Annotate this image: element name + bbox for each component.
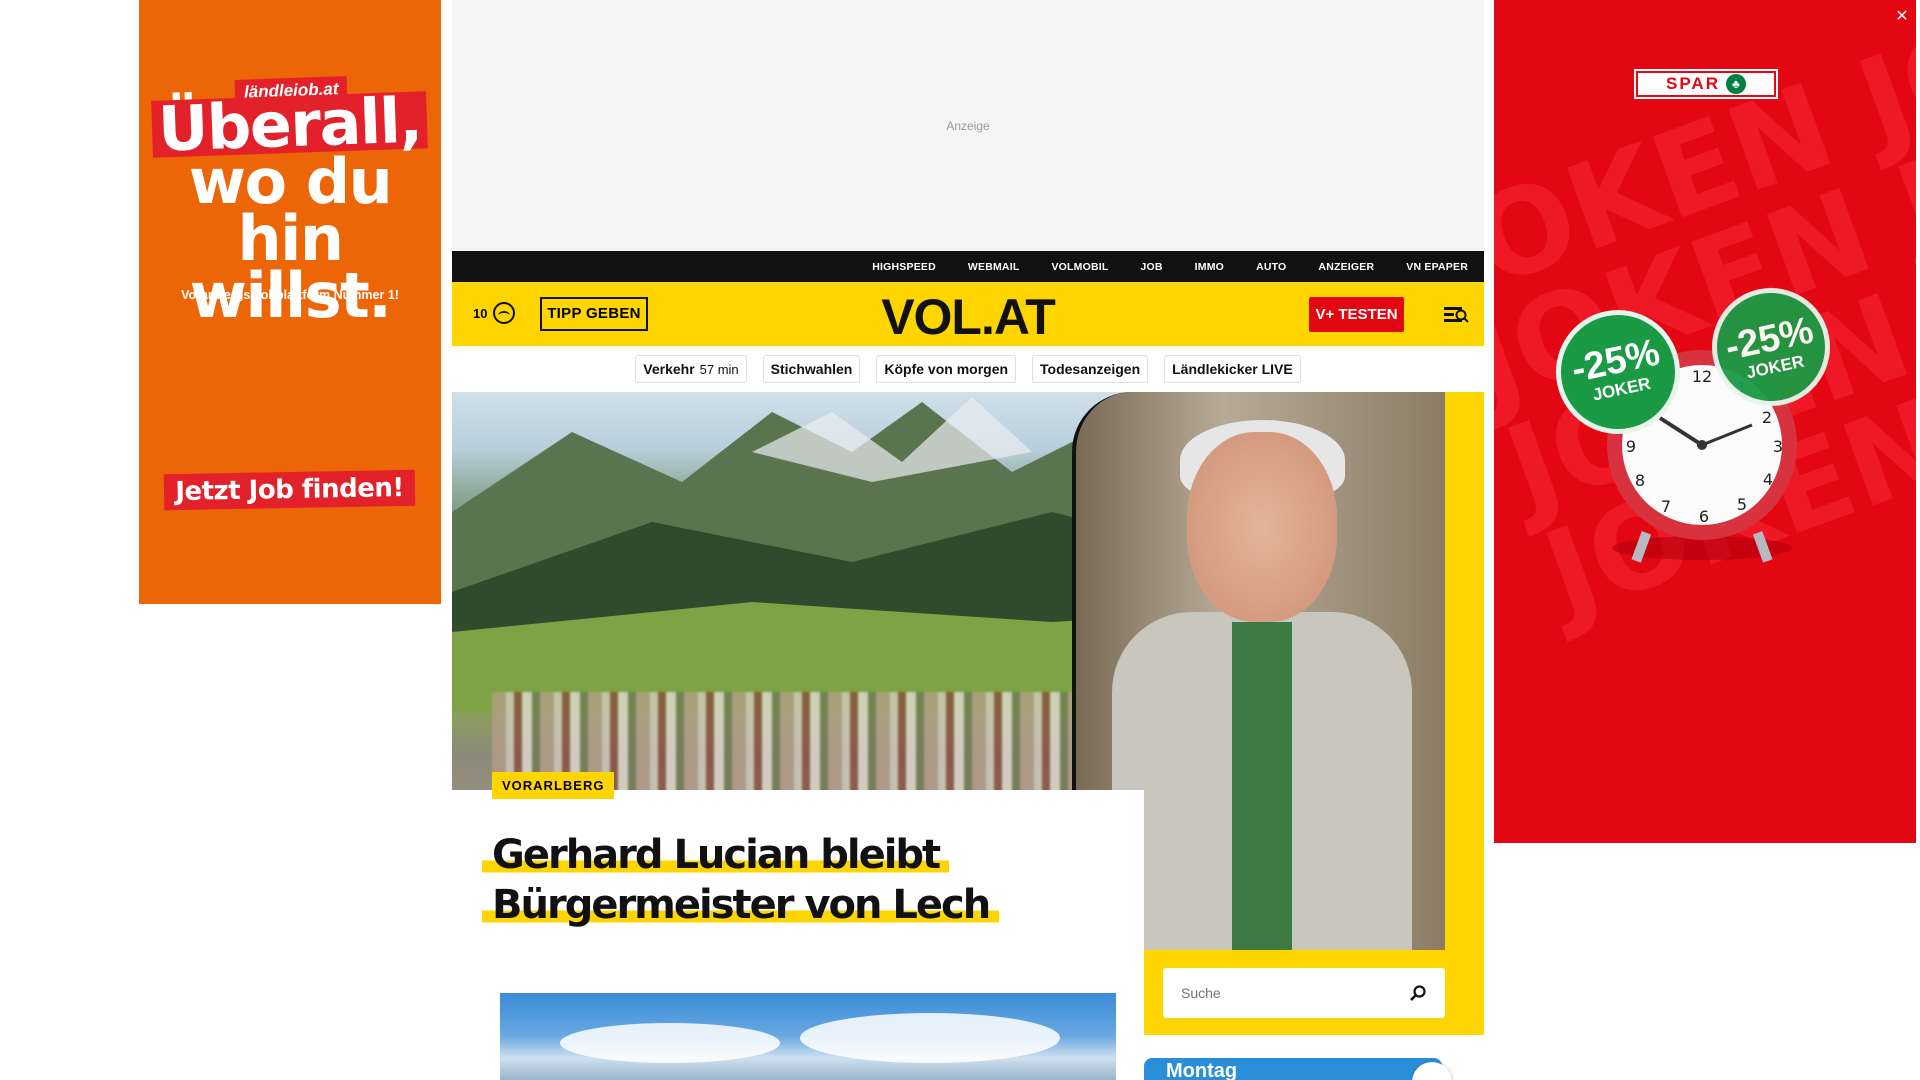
svg-text:12: 12 bbox=[1692, 367, 1712, 386]
ad-subline: Vorarlbergs Jobplattform Nummer 1! bbox=[181, 288, 399, 302]
ad-headline-line-2: wo du hin bbox=[188, 145, 393, 275]
weather-cloud-icon bbox=[493, 302, 516, 324]
quicklink-todesanzeigen[interactable]: Todesanzeigen bbox=[1032, 355, 1149, 383]
ad-cta-button[interactable]: Jetzt Job finden! bbox=[163, 469, 416, 511]
teaser-arrow-icon[interactable] bbox=[1412, 1062, 1452, 1080]
svg-text:4: 4 bbox=[1763, 470, 1773, 489]
portrait-face bbox=[1187, 432, 1337, 622]
quicklink-laendlekicker-live[interactable]: Ländlekicker LIVE bbox=[1164, 355, 1301, 383]
svg-text:8: 8 bbox=[1635, 471, 1645, 490]
svg-text:6: 6 bbox=[1699, 507, 1709, 526]
weekday-teaser-card[interactable]: Montag bbox=[1144, 1058, 1452, 1080]
search-input[interactable] bbox=[1163, 968, 1403, 1018]
article-headline[interactable]: Gerhard Lucian bleibt Bürgermeister von … bbox=[482, 830, 1122, 930]
top-ad-slot: Anzeige bbox=[452, 0, 1484, 251]
svg-text:2: 2 bbox=[1762, 408, 1772, 427]
topnav-anzeiger[interactable]: ANZEIGER bbox=[1318, 261, 1374, 273]
topnav-vn-epaper[interactable]: VN EPAPER bbox=[1406, 261, 1468, 273]
quicklinks-bar: Verkehr 57 min Stichwahlen Köpfe von morg… bbox=[452, 346, 1484, 392]
topnav-volmobil[interactable]: VOLMOBIL bbox=[1051, 261, 1108, 273]
svg-text:9: 9 bbox=[1626, 437, 1636, 456]
topnav-auto[interactable]: AUTO bbox=[1256, 261, 1286, 273]
teaser-day: Montag bbox=[1166, 1060, 1238, 1080]
secondary-article-image[interactable] bbox=[500, 993, 1116, 1080]
left-ad-banner[interactable]: ländlejob.at Überall, wo du hin willst. … bbox=[139, 0, 441, 604]
topnav-webmail[interactable]: WEBMAIL bbox=[968, 261, 1020, 273]
vplus-testen-button[interactable]: V+ TESTEN bbox=[1309, 297, 1404, 332]
portrait-collar bbox=[1232, 622, 1292, 950]
topnav-highspeed[interactable]: HIGHSPEED bbox=[872, 261, 936, 273]
svg-text:5: 5 bbox=[1737, 495, 1747, 514]
article-kicker[interactable]: VORARLBERG bbox=[492, 772, 615, 799]
weather-widget[interactable]: 10 bbox=[473, 302, 516, 324]
article-headline-line-1: Gerhard Lucian bleibt bbox=[482, 832, 950, 878]
ad-headline-line-1: Überall, bbox=[151, 83, 429, 166]
topnav-immo[interactable]: IMMO bbox=[1195, 261, 1224, 273]
quicklink-koepfe-von-morgen[interactable]: Köpfe von morgen bbox=[876, 355, 1017, 383]
spar-tree-icon: ♣ bbox=[1725, 74, 1746, 94]
weather-temperature: 10 bbox=[473, 305, 488, 321]
tipp-geben-button[interactable]: TIPP GEBEN bbox=[540, 297, 648, 331]
main-header: 10 TIPP GEBEN VOL.AT V+ TESTEN bbox=[452, 282, 1484, 346]
ad-label: Anzeige bbox=[946, 119, 990, 133]
quicklink-verkehr[interactable]: Verkehr 57 min bbox=[635, 355, 747, 383]
topnav-job[interactable]: JOB bbox=[1140, 261, 1162, 273]
search-icon[interactable] bbox=[1409, 984, 1427, 1002]
quicklink-stichwahlen[interactable]: Stichwahlen bbox=[762, 355, 861, 383]
spar-logo: SPAR ♣ bbox=[1634, 69, 1778, 99]
hero-article-card[interactable]: VORARLBERG Gerhard Lucian bleibt Bürgerm… bbox=[452, 772, 1144, 990]
article-headline-line-2: Bürgermeister von Lech bbox=[482, 882, 1000, 928]
svg-text:3: 3 bbox=[1773, 437, 1783, 456]
search-panel bbox=[1144, 950, 1484, 1035]
right-ad-banner[interactable]: JOKEN JOKEN JOKEN JOKEN JOKEN JOKEN JOKE… bbox=[1494, 0, 1916, 843]
top-service-nav: HIGHSPEED WEBMAIL VOLMOBIL JOB IMMO AUTO… bbox=[452, 251, 1484, 282]
search-box bbox=[1163, 968, 1445, 1018]
hero-yellow-border bbox=[1445, 392, 1484, 950]
close-ad-icon[interactable]: ✕ bbox=[1893, 8, 1911, 26]
svg-text:7: 7 bbox=[1661, 497, 1671, 516]
menu-search-icon[interactable] bbox=[1444, 304, 1469, 324]
